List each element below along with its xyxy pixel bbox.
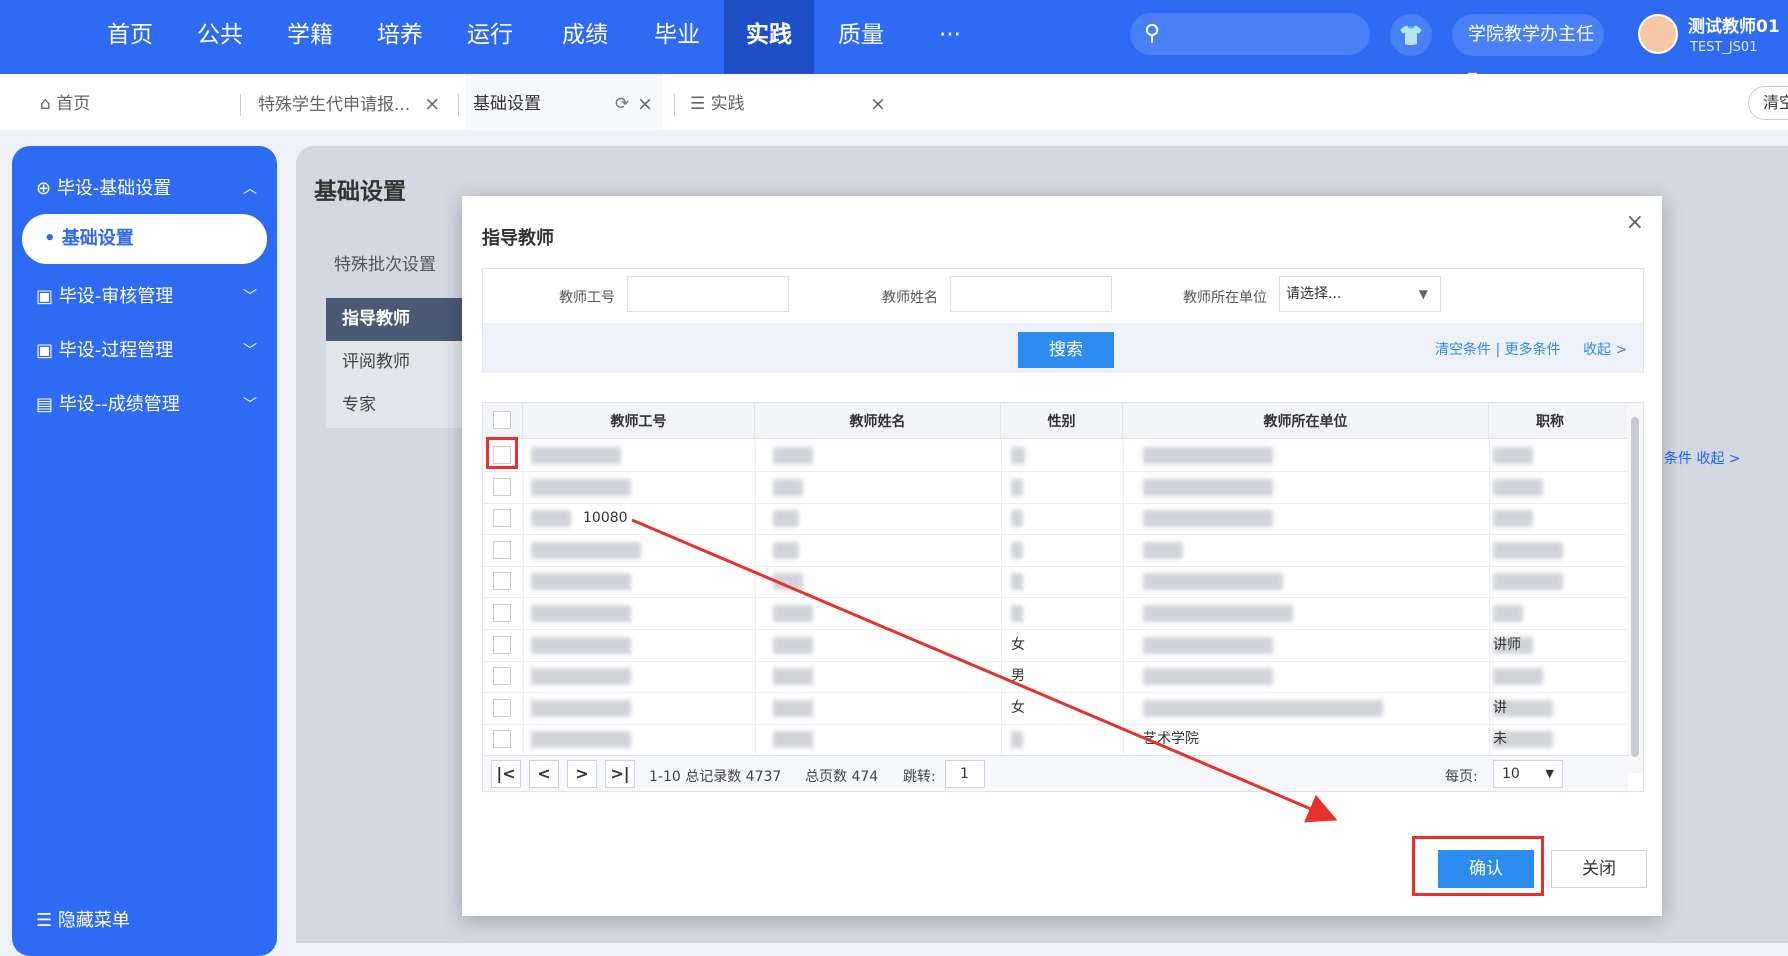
- annotation-arrow: [631, 518, 1338, 823]
